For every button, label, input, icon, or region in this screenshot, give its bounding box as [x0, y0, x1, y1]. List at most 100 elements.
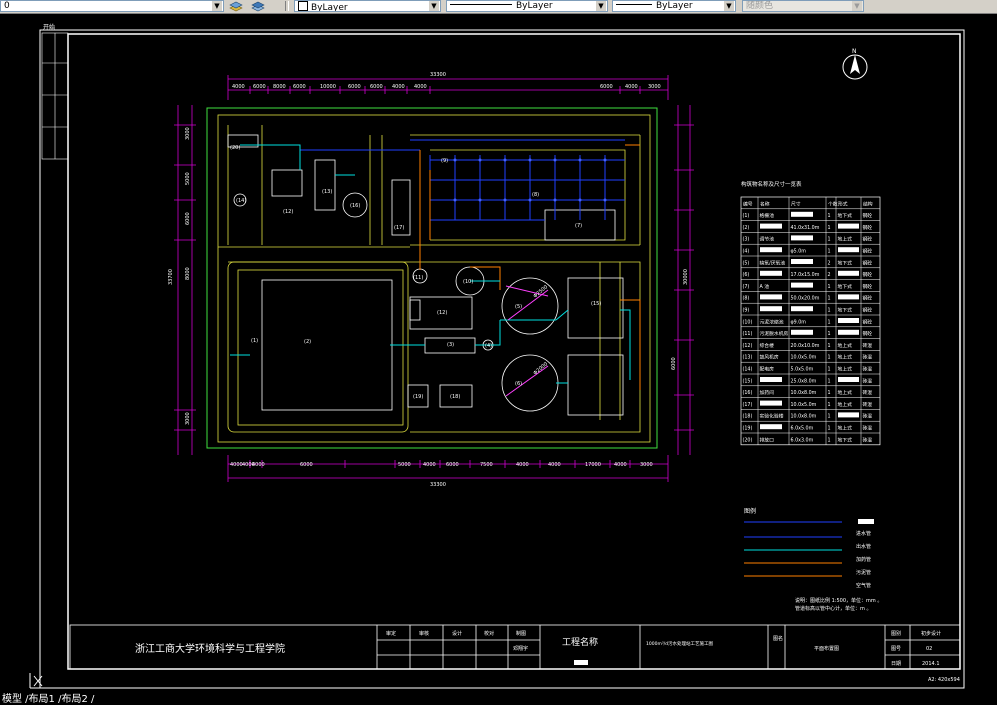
- svg-text:(8): (8): [532, 192, 539, 198]
- table-cell: 砖混: [863, 342, 873, 349]
- table-cell: 10.0x8.0m: [791, 390, 817, 396]
- table-cell: 1: [828, 237, 831, 243]
- svg-text:4000: 4000: [516, 462, 529, 468]
- table-cell: 格栅池: [760, 212, 775, 219]
- table-cell: (9): [743, 308, 750, 314]
- svg-text:33300: 33300: [430, 482, 446, 488]
- table-cell: (8): [743, 296, 750, 302]
- svg-text:图号: 图号: [891, 646, 901, 652]
- table-cell: 地上式: [838, 366, 853, 373]
- table-cell: (7): [743, 284, 750, 290]
- table-cell: 17.0x15.0m: [791, 272, 820, 278]
- table-cell: 10.0x5.0m: [791, 355, 817, 361]
- table-cell: 1: [828, 213, 831, 219]
- svg-text:(6): (6): [515, 381, 522, 387]
- table-cell: 砖混: [863, 354, 873, 361]
- layer-state-icon[interactable]: [229, 0, 243, 12]
- chevron-down-icon: ▼: [212, 1, 222, 11]
- redacted-cell: [838, 294, 859, 300]
- table-cell: 调节池: [760, 236, 775, 243]
- binding-strip: [41, 32, 69, 160]
- title-fields: 图别 初步设计 图号 02 日期 2014.1: [891, 630, 941, 667]
- svg-text:8000: 8000: [185, 267, 191, 280]
- svg-text:(5): (5): [515, 304, 522, 310]
- roads: [217, 114, 651, 443]
- table-cell: 1: [828, 331, 831, 337]
- svg-text:图别: 图别: [891, 630, 901, 637]
- table-cell: 1: [828, 437, 831, 443]
- svg-text:(7): (7): [575, 223, 582, 229]
- cad-drawing: 开始 N 33300 4000 6000 8000 6000 10000 600…: [29, 23, 965, 689]
- table-cell: 1: [828, 426, 831, 432]
- svg-text:6000: 6000: [300, 462, 313, 468]
- table-cell: 地下式: [838, 436, 853, 443]
- svg-text:日期: 日期: [891, 661, 901, 667]
- table-cell: 缺氧/厌氧池: [760, 259, 786, 266]
- plotstyle-dropdown[interactable]: 随颜色 ▼: [742, 0, 864, 12]
- svg-text:4000: 4000: [414, 84, 427, 90]
- svg-text:(19): (19): [413, 394, 423, 400]
- svg-text:空气管: 空气管: [856, 582, 871, 589]
- svg-text:(4): (4): [485, 343, 492, 349]
- table-cell: 地下式: [838, 307, 853, 314]
- table-cell: (4): [743, 249, 750, 255]
- drawing-canvas[interactable]: 开始 N 33300 4000 6000 8000 6000 10000 600…: [0, 14, 997, 694]
- layout-tabs[interactable]: 模型 /布局1 /布局2 /: [0, 694, 997, 705]
- svg-text:初步设计: 初步设计: [921, 630, 941, 637]
- table-cell: (17): [743, 402, 753, 408]
- svg-text:4000: 4000: [232, 84, 245, 90]
- redacted-cell: [791, 211, 813, 217]
- table-cell: (1): [743, 213, 750, 219]
- sheet-size: A2: 420x594: [928, 677, 960, 683]
- table-header-cell: 编号: [743, 200, 753, 207]
- dimension-labels: 33300 4000 6000 8000 6000 10000 6000 600…: [168, 72, 689, 488]
- air-pipes: [300, 139, 625, 221]
- svg-text:5000: 5000: [398, 462, 411, 468]
- table-header-cell: 名称: [760, 200, 770, 207]
- table-cell: (11): [743, 331, 753, 337]
- table-cell: φ5.0m: [791, 249, 807, 255]
- table-cell: 砖混: [863, 413, 873, 420]
- line-sample-icon: [450, 4, 512, 5]
- layer-previous-icon[interactable]: [251, 0, 265, 12]
- legend: 进水管 出水管 加药管 污泥管 空气管: [744, 519, 874, 589]
- svg-text:4000: 4000: [625, 84, 638, 90]
- svg-text:(11): (11): [413, 275, 423, 281]
- chevron-down-icon: ▼: [596, 1, 606, 11]
- note-line: 说明：图纸比例 1:500，单位：mm 。: [795, 597, 882, 604]
- table-cell: 砖混: [863, 425, 873, 432]
- line-sample-icon: [616, 4, 652, 5]
- svg-text:33300: 33300: [430, 72, 446, 78]
- dosing-pipes: [505, 285, 549, 397]
- table-cell: 6.0x5.0m: [791, 426, 814, 432]
- table-cell: 综合楼: [760, 342, 775, 349]
- lineweight-dropdown[interactable]: ByLayer ▼: [612, 0, 736, 12]
- sheet-border: [39, 29, 965, 689]
- table-header-cell: 个数: [828, 200, 838, 207]
- linetype-dropdown[interactable]: ByLayer ▼: [446, 0, 608, 12]
- svg-text:6000: 6000: [600, 84, 613, 90]
- table-cell: 钢砼: [863, 271, 873, 278]
- table-cell: 5.0x5.0m: [791, 367, 814, 373]
- circle-dim-label: Φ2500: [532, 284, 549, 299]
- table-cell: 20.0x10.0m: [791, 343, 820, 349]
- color-dropdown[interactable]: ByLayer ▼: [294, 0, 441, 12]
- svg-text:N: N: [852, 48, 857, 55]
- layer-dropdown[interactable]: 0 ▼: [0, 0, 224, 12]
- layout-tabs-label[interactable]: 模型 /布局1 /布局2 /: [2, 694, 94, 705]
- table-cell: 钢砼: [863, 259, 873, 266]
- chevron-down-icon: ▼: [852, 1, 862, 11]
- redacted-cell: [791, 282, 813, 288]
- svg-text:加药管: 加药管: [856, 556, 871, 563]
- svg-text:3000: 3000: [185, 127, 191, 140]
- circle-dim-label: Φ2000: [532, 361, 549, 376]
- redacted-cell: [838, 318, 859, 323]
- svg-text:6000: 6000: [253, 84, 266, 90]
- svg-text:(1): (1): [251, 338, 258, 344]
- table-cell: 地上式: [838, 401, 853, 408]
- redacted-cell: [760, 424, 782, 430]
- toolbar-separator: [285, 1, 289, 11]
- table-cell: 地上式: [838, 236, 853, 243]
- title-headers: 审定 审核 设计 校对 制图 邓翔宇: [386, 630, 528, 652]
- svg-text:6000: 6000: [348, 84, 361, 90]
